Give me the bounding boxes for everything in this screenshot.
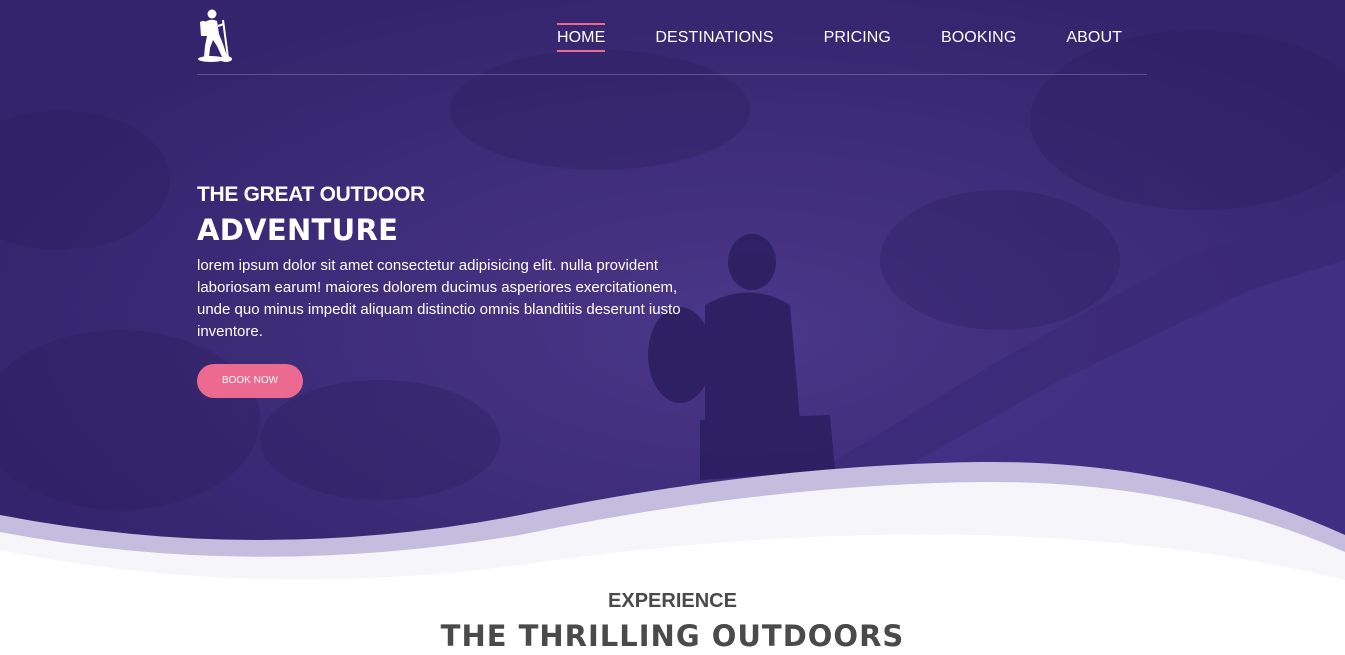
hero-subtitle: THE GREAT OUTDOOR xyxy=(197,183,425,206)
nav-destinations[interactable]: DESTINATIONS xyxy=(655,25,773,50)
main-nav: HOME DESTINATIONS PRICING BOOKING ABOUT xyxy=(507,0,1122,74)
section-title: THE THRILLING OUTDOORS xyxy=(440,619,905,653)
hero-wave-divider xyxy=(0,461,1345,610)
hero-description: lorem ipsum dolor sit amet consectetur a… xyxy=(197,257,681,340)
hero-title: ADVENTURE xyxy=(197,213,399,247)
nav-pricing[interactable]: PRICING xyxy=(824,25,891,50)
section-subtitle: EXPERIENCE xyxy=(608,590,737,612)
nav-booking[interactable]: BOOKING xyxy=(941,25,1016,50)
navbar: HOME DESTINATIONS PRICING BOOKING ABOUT xyxy=(197,0,1147,75)
experience-section: EXPERIENCE THE THRILLING OUTDOORS xyxy=(0,590,1345,653)
nav-home[interactable]: HOME xyxy=(556,22,606,52)
hero-content: THE GREAT OUTDOOR ADVENTURE lorem ipsum … xyxy=(197,183,717,398)
book-now-button[interactable]: BOOK NOW xyxy=(197,364,303,398)
nav-about[interactable]: ABOUT xyxy=(1066,25,1122,50)
hiker-logo-icon[interactable] xyxy=(197,8,235,62)
